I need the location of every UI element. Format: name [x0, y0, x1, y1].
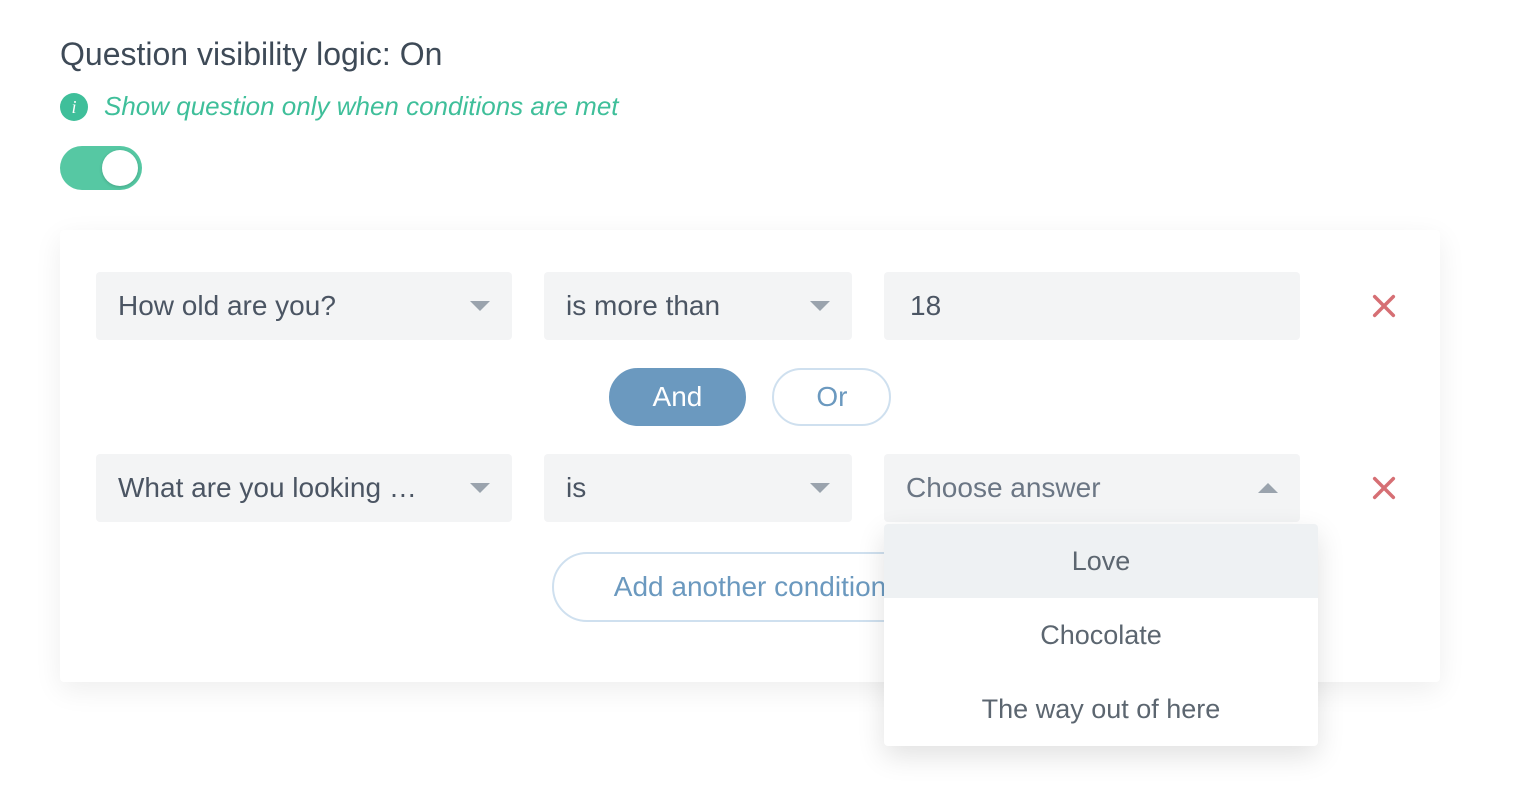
page-title: Question visibility logic: On [60, 36, 1458, 73]
remove-condition-button[interactable] [1364, 468, 1404, 508]
answer-option[interactable]: The way out of here [884, 672, 1318, 746]
info-text: Show question only when conditions are m… [104, 91, 619, 122]
answer-select[interactable]: Choose answer [884, 454, 1300, 522]
condition-row: What are you looking … is Choose answer … [96, 454, 1404, 522]
conditions-panel: How old are you? is more than And Or Wha… [60, 230, 1440, 682]
visibility-toggle[interactable] [60, 146, 142, 190]
chevron-down-icon [470, 483, 490, 493]
remove-condition-button[interactable] [1364, 286, 1404, 326]
answer-option[interactable]: Love [884, 524, 1318, 598]
close-icon [1370, 292, 1398, 320]
question-select-label: How old are you? [118, 290, 336, 322]
chevron-up-icon [1258, 483, 1278, 493]
operator-select[interactable]: is [544, 454, 852, 522]
answer-select-placeholder: Choose answer [906, 472, 1101, 504]
chevron-down-icon [470, 301, 490, 311]
value-input[interactable] [884, 272, 1300, 340]
chevron-down-icon [810, 301, 830, 311]
chevron-down-icon [810, 483, 830, 493]
info-icon: i [60, 93, 88, 121]
operator-select[interactable]: is more than [544, 272, 852, 340]
conjunction-and-button[interactable]: And [609, 368, 747, 426]
answer-dropdown: Love Chocolate The way out of here [884, 524, 1318, 746]
toggle-knob [102, 150, 138, 186]
operator-select-label: is [566, 472, 586, 504]
question-select[interactable]: What are you looking … [96, 454, 512, 522]
conjunction-row: And Or [96, 368, 1404, 426]
question-select[interactable]: How old are you? [96, 272, 512, 340]
operator-select-label: is more than [566, 290, 720, 322]
answer-option[interactable]: Chocolate [884, 598, 1318, 672]
question-select-label: What are you looking … [118, 472, 417, 504]
conjunction-or-button[interactable]: Or [772, 368, 891, 426]
condition-row: How old are you? is more than [96, 272, 1404, 340]
info-row: i Show question only when conditions are… [60, 91, 1458, 122]
close-icon [1370, 474, 1398, 502]
